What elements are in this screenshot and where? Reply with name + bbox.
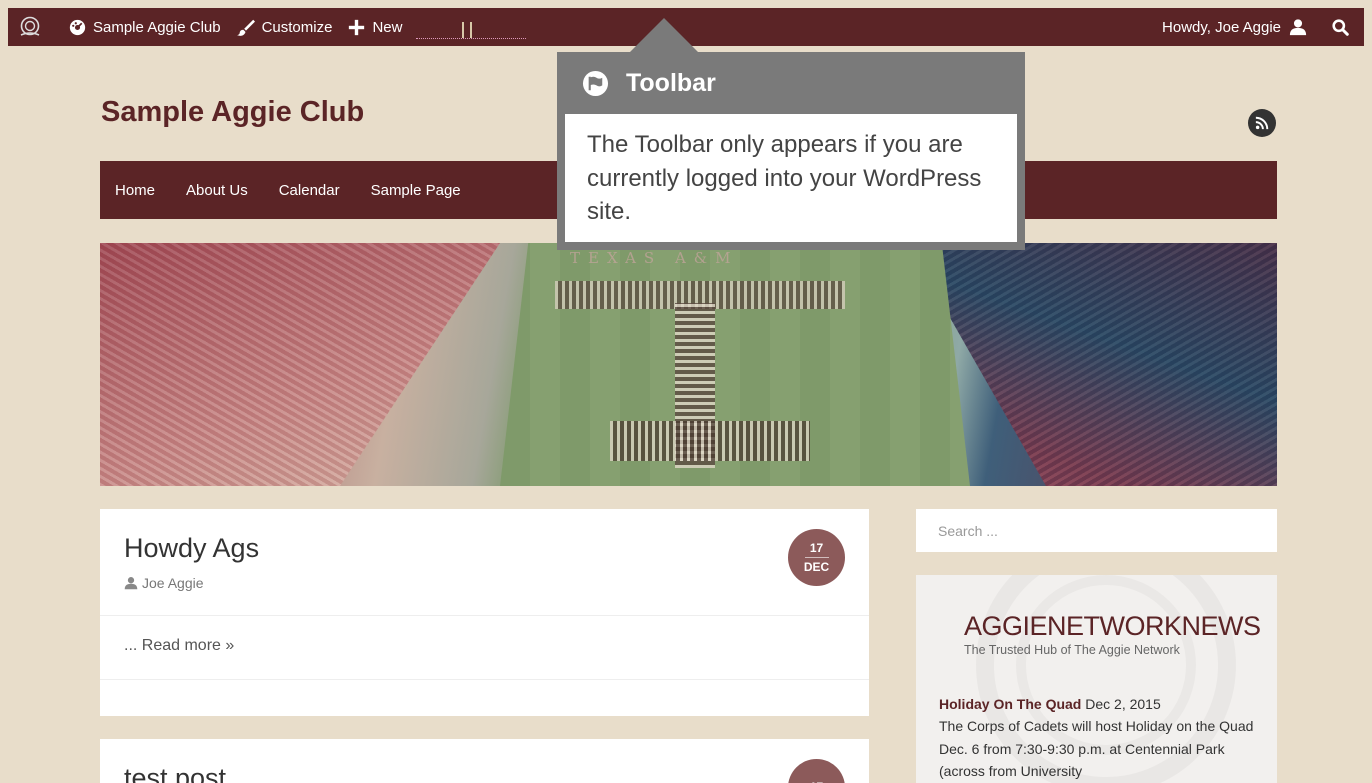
news-date: Dec 2, 2015 <box>1085 696 1161 712</box>
post-author[interactable]: Joe Aggie <box>124 575 204 591</box>
nav-item-calendar[interactable]: Calendar <box>279 182 340 199</box>
post-card: test post 17 <box>100 739 869 783</box>
news-headline[interactable]: Holiday On The Quad <box>939 696 1081 712</box>
read-more-link[interactable]: ... Read more » <box>124 637 234 655</box>
news-tagline: The Trusted Hub of The Aggie Network <box>964 643 1180 657</box>
site-name-menu[interactable]: Sample Aggie Club <box>61 8 229 46</box>
news-excerpt: The Corps of Cadets will host Holiday on… <box>939 718 1254 780</box>
news-item: Holiday On The Quad Dec 2, 2015 The Corp… <box>939 693 1259 783</box>
nav-item-home[interactable]: Home <box>115 182 155 199</box>
post-date-day: 17 <box>809 540 824 555</box>
search-icon[interactable] <box>1324 8 1364 46</box>
new-content-menu[interactable]: New <box>340 8 410 46</box>
customize-menu[interactable]: Customize <box>229 8 341 46</box>
customize-label: Customize <box>261 18 333 36</box>
my-account-menu[interactable]: Howdy, Joe Aggie <box>1154 8 1324 46</box>
greeting-label: Howdy, Joe Aggie <box>1162 18 1281 36</box>
dashboard-gauge-icon <box>69 19 86 35</box>
post-card: Howdy Ags Joe Aggie 17 DEC ... Read more… <box>100 509 869 716</box>
toolbar-indicator <box>416 15 527 39</box>
nav-item-about-us[interactable]: About Us <box>186 182 248 199</box>
news-logo[interactable]: AGGIENETWORKNEWS <box>964 611 1261 642</box>
user-icon <box>124 577 138 590</box>
rss-feed-icon[interactable] <box>1248 109 1276 137</box>
aggie-seal-icon[interactable] <box>8 8 61 46</box>
header-image: TEXAS A&M <box>100 243 1277 486</box>
callout-title: Toolbar <box>626 68 716 97</box>
plus-icon <box>349 19 365 35</box>
callout-pointer <box>628 18 700 54</box>
toolbar-callout: Toolbar The Toolbar only appears if you … <box>557 52 1025 250</box>
post-date-month: DEC <box>803 560 830 574</box>
post-title[interactable]: Howdy Ags <box>124 533 259 564</box>
author-name: Joe Aggie <box>142 575 204 591</box>
post-title[interactable]: test post <box>124 763 226 783</box>
post-date-badge: 17 DEC <box>788 529 845 586</box>
new-label: New <box>372 18 403 36</box>
site-name-label: Sample Aggie Club <box>93 18 221 36</box>
site-title[interactable]: Sample Aggie Club <box>101 96 364 129</box>
post-date-badge: 17 <box>788 759 845 783</box>
callout-text: The Toolbar only appears if you are curr… <box>565 114 1017 242</box>
search-input[interactable] <box>916 509 1277 552</box>
callout-header: Toolbar <box>557 52 1025 114</box>
user-icon <box>1289 19 1307 36</box>
nav-item-sample-page[interactable]: Sample Page <box>371 182 461 199</box>
flag-icon <box>582 70 609 96</box>
paintbrush-icon <box>236 19 255 36</box>
news-widget: AGGIENETWORKNEWS The Trusted Hub of The … <box>916 575 1277 783</box>
stadium-lettering: TEXAS A&M <box>570 249 739 267</box>
